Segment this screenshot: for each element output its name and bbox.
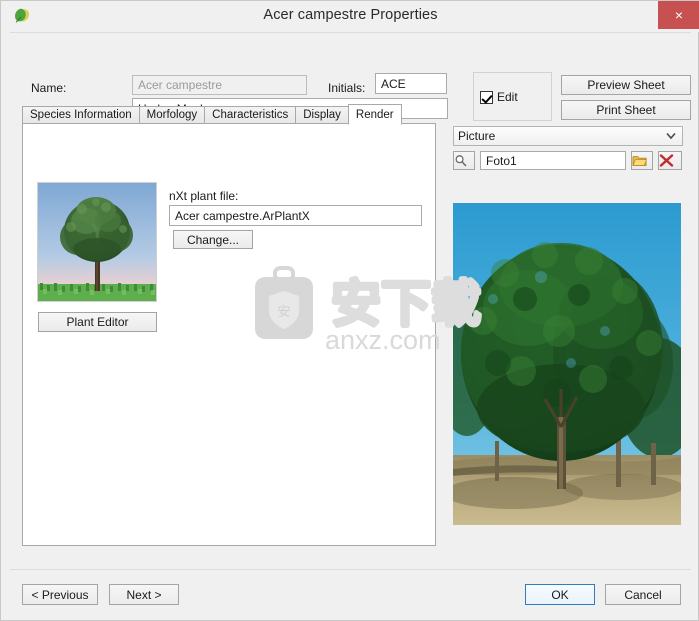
picture-category-select[interactable]: Picture [453,126,683,146]
edit-checkbox[interactable]: Edit [480,90,518,104]
name-input[interactable] [132,75,307,95]
delete-picture-button[interactable] [658,151,682,170]
tab-display[interactable]: Display [295,106,349,124]
magnifier-icon [454,154,474,168]
acer-campestre-tree-photo [453,203,681,525]
next-button[interactable]: Next > [109,584,179,605]
initials-label: Initials: [328,81,366,95]
plant-editor-button[interactable]: Plant Editor [38,312,157,332]
close-icon[interactable]: × [658,1,699,29]
footer-separator [10,569,691,570]
tab-render[interactable]: Render [347,104,402,125]
name-label: Name: [31,81,67,95]
tab-species-information[interactable]: Species Information [22,106,140,124]
folder-icon [632,154,652,167]
properties-dialog: Acer campestre Properties × Name: Initia… [0,0,699,621]
tree-render-thumbnail [37,182,157,302]
preview-sheet-button[interactable]: Preview Sheet [561,75,691,95]
change-button[interactable]: Change... [173,230,253,249]
edit-checkbox-label: Edit [497,90,518,104]
checkbox-box[interactable] [480,90,493,104]
tab-strip: Species Information Morfology Characteri… [22,104,402,125]
picture-name-input[interactable] [480,151,626,170]
red-x-icon [659,154,681,167]
page-title: Acer campestre Properties [263,7,438,23]
open-folder-button[interactable] [631,151,653,170]
tab-characteristics[interactable]: Characteristics [204,106,297,124]
previous-button[interactable]: < Previous [22,584,98,605]
nxt-plant-file-input[interactable] [169,205,422,226]
nxt-plant-file-label: nXt plant file: [169,189,239,203]
title-bar: Acer campestre Properties × [1,1,699,32]
initials-input[interactable] [375,73,447,94]
tab-morfology[interactable]: Morfology [138,106,206,124]
cancel-button[interactable]: Cancel [605,584,681,605]
print-sheet-button[interactable]: Print Sheet [561,100,691,120]
search-picture-button[interactable] [453,151,475,170]
header-panel: Name: Initials: Common Name: Edit Previe… [10,32,691,121]
ok-button[interactable]: OK [525,584,595,605]
